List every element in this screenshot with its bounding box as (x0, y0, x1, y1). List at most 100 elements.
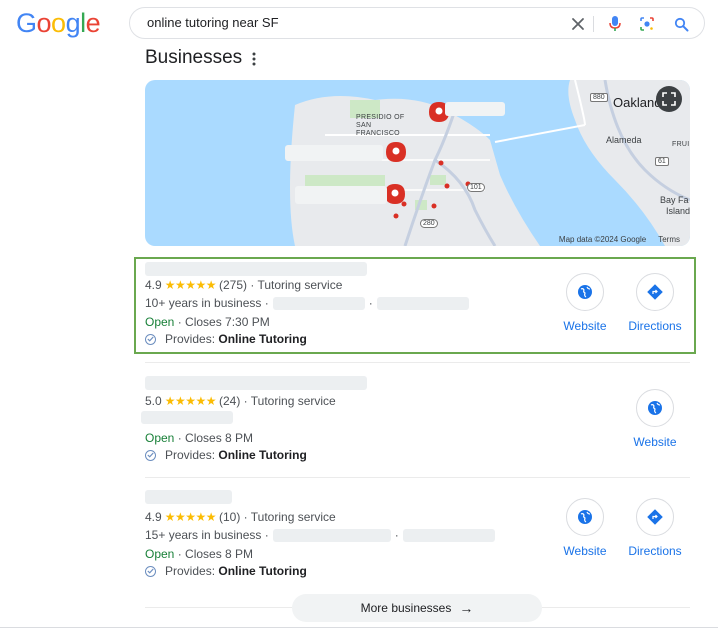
search-bar[interactable]: online tutoring near SF (129, 7, 705, 39)
provides-label: Provides: (165, 332, 216, 346)
open-status: Open (145, 547, 175, 561)
map-area-label: FRUI (672, 141, 690, 148)
directions-icon (647, 284, 663, 300)
open-status: Open (145, 315, 175, 329)
more-businesses-button[interactable]: More businesses → (292, 594, 542, 622)
provides-value: Online Tutoring (218, 448, 307, 462)
rating-value: 4.9 (145, 510, 162, 524)
logo-letter: G (16, 8, 37, 38)
business-name-redacted[interactable] (145, 490, 232, 504)
google-logo[interactable]: Google (16, 8, 101, 39)
review-count: (24) (218, 394, 241, 408)
website-label: Website (563, 544, 607, 558)
more-businesses-label: More businesses (360, 601, 452, 615)
category: · Tutoring service (243, 510, 336, 524)
map-pin[interactable] (385, 184, 405, 204)
rating-value: 4.9 (145, 278, 162, 292)
business-result[interactable]: 4.9 ★★★★★ (275) · Tutoring service 10+ y… (145, 262, 690, 352)
website-button[interactable]: Website (550, 498, 620, 558)
provides-label: Provides: (165, 448, 216, 462)
provides-line: Provides: Online Tutoring (145, 564, 307, 578)
business-result[interactable]: 4.9 ★★★★★ (10) · Tutoring service 15+ ye… (145, 490, 690, 580)
redacted-text (272, 296, 365, 310)
rating-line: 4.9 ★★★★★ (275) · Tutoring service (145, 278, 342, 292)
directions-button[interactable]: Directions (620, 498, 690, 558)
map[interactable]: PRESIDIO OF SAN FRANCISCO Oakland Alamed… (145, 80, 690, 246)
redacted-text (272, 528, 391, 542)
directions-button[interactable]: Directions (620, 273, 690, 333)
map-bay-label: Island (666, 206, 690, 216)
provides-line: Provides: Online Tutoring (145, 332, 307, 346)
map-label-redacted (445, 102, 505, 116)
lens-icon[interactable] (637, 14, 657, 34)
clear-icon[interactable] (568, 14, 588, 34)
map-expand-button[interactable] (656, 86, 682, 112)
logo-letter: o (51, 8, 66, 38)
closing-time: · Closes 7:30 PM (177, 315, 270, 329)
redacted-text (376, 296, 469, 310)
rating-line: 5.0 ★★★★★ (24) · Tutoring service (145, 394, 336, 408)
map-label-redacted (295, 186, 387, 204)
redacted-text (402, 528, 495, 542)
highway-shield: 101 (467, 183, 485, 192)
expand-icon (662, 92, 676, 106)
dot-separator: · (368, 296, 373, 310)
search-input[interactable]: online tutoring near SF (147, 15, 279, 30)
map-bay-label: Bay Fa (660, 195, 689, 205)
globe-icon (578, 510, 592, 524)
map-canvas (290, 80, 690, 246)
map-terms-link[interactable]: Terms (658, 235, 680, 244)
divider (145, 362, 690, 363)
directions-label: Directions (628, 319, 682, 333)
map-area-label: PRESIDIO OF SAN FRANCISCO (356, 114, 405, 137)
rating-stars: ★★★★★ (164, 278, 217, 292)
logo-letter: g (65, 8, 81, 38)
provides-line: Provides: Online Tutoring (145, 448, 307, 462)
provides-label: Provides: (165, 564, 216, 578)
highway-shield: 61 (655, 157, 669, 166)
globe-icon (578, 285, 592, 299)
business-name-redacted[interactable] (145, 262, 367, 276)
details-line (141, 411, 233, 424)
hours-line: Open · Closes 8 PM (145, 431, 253, 445)
map-attribution: Map data ©2024 Google Terms (559, 235, 680, 244)
map-city-label: Alameda (606, 135, 642, 145)
review-count: (10) (218, 510, 241, 524)
map-pin[interactable] (386, 142, 406, 162)
provides-value: Online Tutoring (218, 564, 307, 578)
map-data-text: Map data ©2024 Google (558, 235, 647, 244)
business-name-redacted[interactable] (145, 376, 367, 390)
more-options-icon[interactable] (248, 50, 260, 68)
website-button[interactable]: Website (550, 273, 620, 333)
website-button[interactable]: Website (620, 389, 690, 449)
details-line: 15+ years in business · · (145, 528, 495, 542)
logo-letter: e (85, 8, 101, 38)
search-divider (593, 16, 594, 32)
hours-line: Open · Closes 7:30 PM (145, 315, 270, 329)
check-circle-icon (145, 565, 156, 577)
hours-line: Open · Closes 8 PM (145, 547, 253, 561)
open-status: Open (145, 431, 175, 445)
divider (145, 477, 690, 478)
category: · Tutoring service (243, 394, 336, 408)
rating-stars: ★★★★★ (164, 394, 217, 408)
website-label: Website (633, 435, 677, 449)
rating-line: 4.9 ★★★★★ (10) · Tutoring service (145, 510, 336, 524)
rating-value: 5.0 (145, 394, 162, 408)
search-icon[interactable] (671, 14, 691, 34)
highway-shield: 880 (590, 93, 608, 102)
mic-icon[interactable] (605, 14, 625, 34)
redacted-text (141, 411, 233, 424)
highway-shield: 280 (420, 219, 438, 228)
review-count: (275) (218, 278, 247, 292)
section-title: Businesses (145, 47, 243, 68)
rating-stars: ★★★★★ (164, 510, 217, 524)
directions-icon (647, 509, 663, 525)
map-label-redacted (285, 145, 383, 161)
map-city-label: Oakland (613, 95, 662, 110)
years-in-business: 15+ years in business · (145, 528, 269, 542)
dot-separator: · (394, 528, 399, 542)
globe-icon (648, 401, 662, 415)
business-result[interactable]: 5.0 ★★★★★ (24) · Tutoring service Open ·… (141, 376, 690, 466)
logo-letter: o (36, 8, 52, 38)
